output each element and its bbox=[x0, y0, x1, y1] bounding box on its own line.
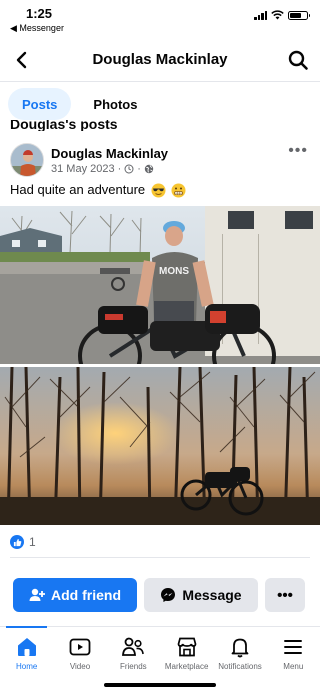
post-more-options-icon[interactable]: ••• bbox=[288, 142, 308, 160]
post-photo-cyclist[interactable]: MONS bbox=[0, 206, 320, 364]
more-dots-icon: ••• bbox=[277, 586, 293, 604]
wifi-icon bbox=[271, 10, 284, 20]
back-to-messenger-link[interactable]: ◀ Messenger bbox=[10, 23, 64, 34]
profile-tabs: Posts Photos bbox=[8, 88, 151, 120]
avatar[interactable] bbox=[10, 143, 44, 177]
reaction-summary[interactable]: 1 bbox=[10, 535, 36, 549]
status-icons bbox=[254, 10, 310, 20]
nav-friends[interactable]: Friends bbox=[107, 627, 160, 676]
section-heading: Douglas's posts bbox=[10, 120, 118, 131]
sunglasses-emoji-icon bbox=[151, 183, 166, 198]
message-label: Message bbox=[182, 587, 242, 603]
post-text: Had quite an adventure bbox=[10, 182, 186, 198]
menu-icon bbox=[284, 640, 303, 654]
nav-label-marketplace: Marketplace bbox=[164, 662, 209, 671]
bottom-navigation: Home Video Friends Marketplace Notificat… bbox=[0, 626, 320, 676]
cellular-signal-icon bbox=[254, 10, 267, 20]
nav-menu[interactable]: Menu bbox=[267, 627, 320, 676]
search-icon[interactable] bbox=[286, 48, 310, 72]
messenger-icon bbox=[161, 588, 176, 602]
meta-separator: · bbox=[117, 163, 122, 175]
nav-label-menu: Menu bbox=[283, 662, 304, 671]
bell-icon bbox=[231, 638, 249, 658]
marketplace-icon bbox=[177, 637, 196, 657]
battery-icon bbox=[288, 10, 310, 20]
grimace-emoji-icon bbox=[171, 183, 186, 198]
nav-video[interactable]: Video bbox=[53, 627, 106, 676]
post-date[interactable]: 31 May 2023 bbox=[51, 163, 115, 175]
post-divider bbox=[10, 557, 310, 558]
meta-separator-2: · bbox=[137, 163, 141, 175]
add-friend-button[interactable]: Add friend bbox=[13, 578, 137, 612]
post-meta: 31 May 2023 · · bbox=[51, 163, 154, 175]
nav-label-video: Video bbox=[69, 662, 91, 671]
reaction-count: 1 bbox=[29, 535, 36, 549]
nav-label-notifications: Notifications bbox=[218, 662, 262, 671]
svg-text:MONS: MONS bbox=[159, 266, 189, 277]
nav-label-home: Home bbox=[15, 662, 38, 671]
nav-home[interactable]: Home bbox=[0, 626, 53, 676]
friends-icon bbox=[122, 637, 145, 656]
home-indicator[interactable] bbox=[104, 683, 216, 687]
nav-marketplace[interactable]: Marketplace bbox=[160, 627, 213, 676]
status-time: 1:25 bbox=[26, 6, 53, 21]
post-text-content: Had quite an adventure bbox=[10, 182, 146, 197]
profile-header: Douglas Mackinlay bbox=[0, 38, 320, 82]
clock-icon bbox=[124, 164, 134, 174]
add-person-icon bbox=[29, 588, 45, 601]
tab-photos[interactable]: Photos bbox=[79, 88, 151, 120]
page-title: Douglas Mackinlay bbox=[92, 51, 228, 68]
post-photo-sunset-forest[interactable] bbox=[0, 367, 320, 525]
profile-actions: Add friend Message ••• bbox=[13, 578, 307, 612]
video-icon bbox=[69, 638, 91, 656]
post-author[interactable]: Douglas Mackinlay bbox=[51, 146, 168, 161]
add-friend-label: Add friend bbox=[51, 587, 121, 603]
message-button[interactable]: Message bbox=[144, 578, 258, 612]
nav-label-friends: Friends bbox=[119, 662, 147, 671]
more-actions-button[interactable]: ••• bbox=[265, 578, 305, 612]
nav-notifications[interactable]: Notifications bbox=[213, 627, 266, 676]
globe-icon bbox=[144, 164, 154, 174]
home-icon bbox=[17, 638, 36, 656]
tab-posts[interactable]: Posts bbox=[8, 88, 72, 120]
like-reaction-icon bbox=[10, 535, 24, 549]
status-bar: 1:25 ◀ Messenger bbox=[0, 0, 320, 38]
